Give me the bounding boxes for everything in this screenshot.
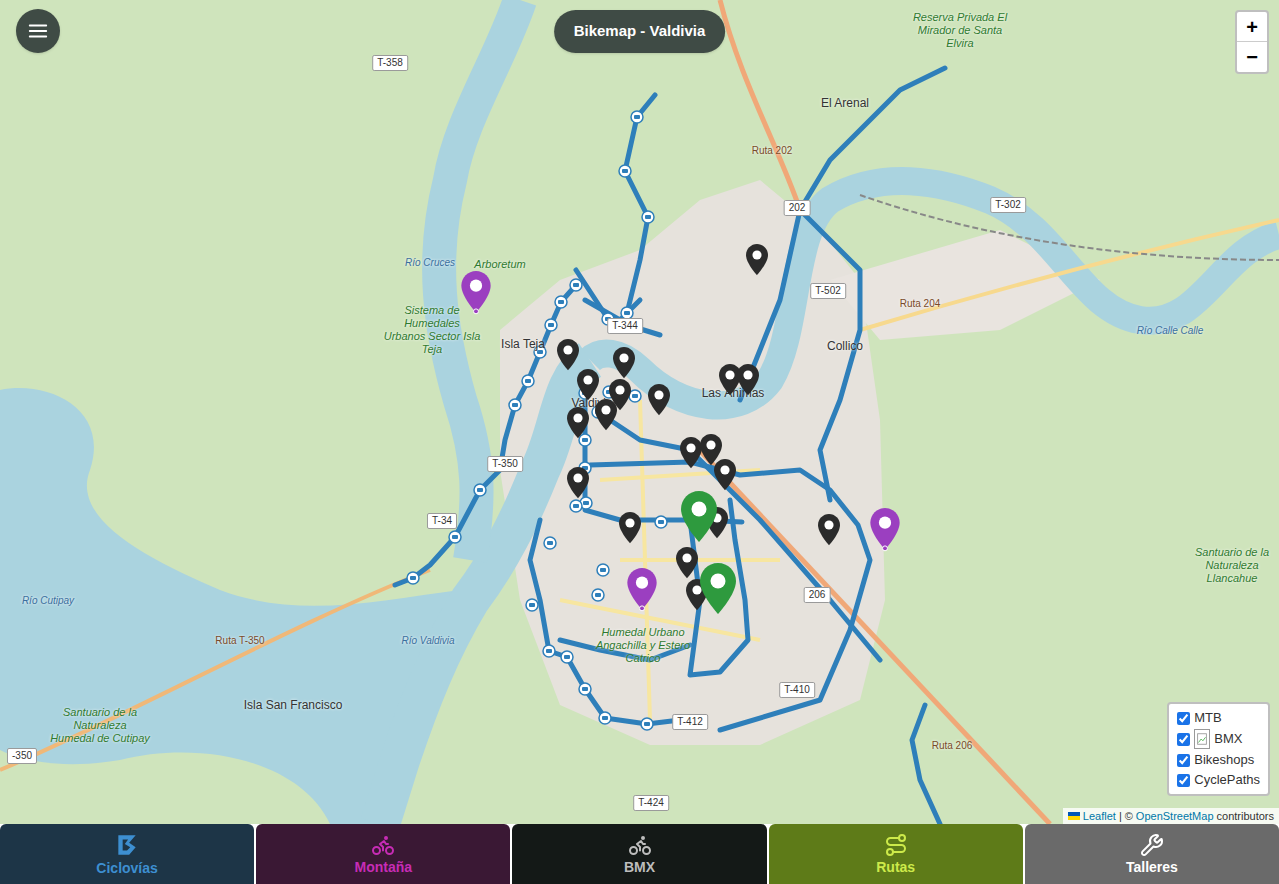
menu-button[interactable] <box>16 9 60 53</box>
cyclepath-logo-icon <box>114 832 140 858</box>
layer-checkbox[interactable] <box>1177 712 1190 725</box>
bikeshop-marker-icon[interactable] <box>557 339 579 372</box>
ukraine-flag-icon <box>1068 812 1080 820</box>
bikeshop-marker-icon[interactable] <box>613 347 635 380</box>
bike-icon <box>628 833 652 857</box>
map-label: T-412 <box>672 714 708 730</box>
bmx-marker-icon[interactable] <box>699 563 737 617</box>
map-label: Isla San Francisco <box>244 696 343 714</box>
map-label: T-350 <box>487 456 523 472</box>
bikeshop-marker-icon[interactable] <box>746 244 768 277</box>
bikeshop-marker-icon[interactable] <box>818 514 840 547</box>
map-label: T-410 <box>779 682 815 698</box>
nav-tab[interactable]: Ciclovías <box>0 824 254 884</box>
map-label: Río Cutipay <box>22 593 74 608</box>
map-label: 206 <box>804 587 831 603</box>
map-label: Río Calle Calle <box>1137 323 1204 338</box>
layer-checkbox[interactable] <box>1177 754 1190 767</box>
map-label: Río Valdivia <box>402 633 455 648</box>
map-label: Humedal Urbano Angachilla y Estero Catri… <box>593 626 693 665</box>
osm-link[interactable]: OpenStreetMap <box>1136 808 1214 824</box>
zoom-in-button[interactable]: + <box>1237 12 1267 42</box>
bottom-nav: CiclovíasMontañaBMXRutasTalleres <box>0 824 1279 884</box>
map-label: Río Cruces <box>405 255 455 270</box>
hamburger-icon <box>27 20 49 42</box>
broken-image-icon <box>1194 729 1210 749</box>
map-label: T-424 <box>633 795 669 811</box>
map-label: Reserva Privada El Mirador de Santa Elvi… <box>910 11 1010 50</box>
map-label: -350 <box>7 748 37 764</box>
bikeshop-marker-icon[interactable] <box>676 547 698 580</box>
bikeshop-marker-icon[interactable] <box>648 384 670 417</box>
zoom-out-button[interactable]: − <box>1237 42 1267 72</box>
layer-control: MTB BMX Bikeshops CyclePaths <box>1167 702 1270 796</box>
map-tiles-icon <box>0 0 1279 824</box>
map-label: Santuario de la Naturaleza Llancahue <box>1182 546 1279 585</box>
map-label: Sistema de Humedales Urbanos Sector Isla… <box>382 304 482 356</box>
map-label: Isla Teja <box>501 335 545 353</box>
map-label: Ruta T-350 <box>215 633 264 648</box>
mtb-marker-icon[interactable] <box>461 271 491 315</box>
leaflet-link[interactable]: Leaflet <box>1083 808 1116 824</box>
bikeshop-marker-icon[interactable] <box>567 467 589 500</box>
map-label: T-302 <box>990 197 1026 213</box>
map-label: T-358 <box>372 55 408 71</box>
bikeshop-marker-icon[interactable] <box>595 399 617 432</box>
map-label: T-344 <box>607 318 643 334</box>
nav-tab[interactable]: Montaña <box>256 824 510 884</box>
nav-tab[interactable]: Talleres <box>1025 824 1279 884</box>
route-icon <box>884 833 908 857</box>
bikeshop-marker-icon[interactable] <box>619 512 641 545</box>
attribution: Leaflet|©OpenStreetMapcontributors <box>1063 808 1279 824</box>
layer-item[interactable]: MTB <box>1177 709 1260 727</box>
layer-item[interactable]: BMX <box>1177 729 1260 749</box>
map-label: T-34 <box>427 513 457 529</box>
map-label: Ruta 204 <box>900 296 941 311</box>
bikeshop-marker-icon[interactable] <box>719 364 741 397</box>
nav-tab[interactable]: Rutas <box>769 824 1023 884</box>
zoom-control: +− <box>1235 10 1269 74</box>
bmx-marker-icon[interactable] <box>680 491 718 545</box>
layer-item[interactable]: CyclePaths <box>1177 771 1260 789</box>
map-label: Santuario de la Naturaleza Humedal de Cu… <box>50 706 150 745</box>
map-label: Arboretum <box>450 258 550 271</box>
layer-checkbox[interactable] <box>1177 774 1190 787</box>
bike-icon <box>371 833 395 857</box>
map-label: 202 <box>784 200 811 216</box>
title-pill: Bikemap - Valdivia <box>554 10 726 53</box>
tools-icon <box>1140 833 1164 857</box>
map-label: T-502 <box>810 283 846 299</box>
app: T-358 Reserva Privada El Mirador de Santa… <box>0 0 1279 884</box>
map-label: El Arenal <box>821 94 869 112</box>
mtb-marker-icon[interactable] <box>870 508 900 552</box>
map[interactable]: T-358 Reserva Privada El Mirador de Santa… <box>0 0 1279 824</box>
nav-tab[interactable]: BMX <box>512 824 766 884</box>
bikeshop-marker-icon[interactable] <box>737 364 759 397</box>
bikeshop-marker-icon[interactable] <box>567 407 589 440</box>
layer-checkbox[interactable] <box>1177 733 1190 746</box>
bikeshop-marker-icon[interactable] <box>577 369 599 402</box>
map-label: Collico <box>827 337 863 355</box>
bikeshop-marker-icon[interactable] <box>714 459 736 492</box>
map-label: Ruta 206 <box>932 738 973 753</box>
map-label: Ruta 202 <box>752 143 793 158</box>
mtb-marker-icon[interactable] <box>627 568 657 612</box>
layer-item[interactable]: Bikeshops <box>1177 751 1260 769</box>
bikeshop-marker-icon[interactable] <box>680 437 702 470</box>
